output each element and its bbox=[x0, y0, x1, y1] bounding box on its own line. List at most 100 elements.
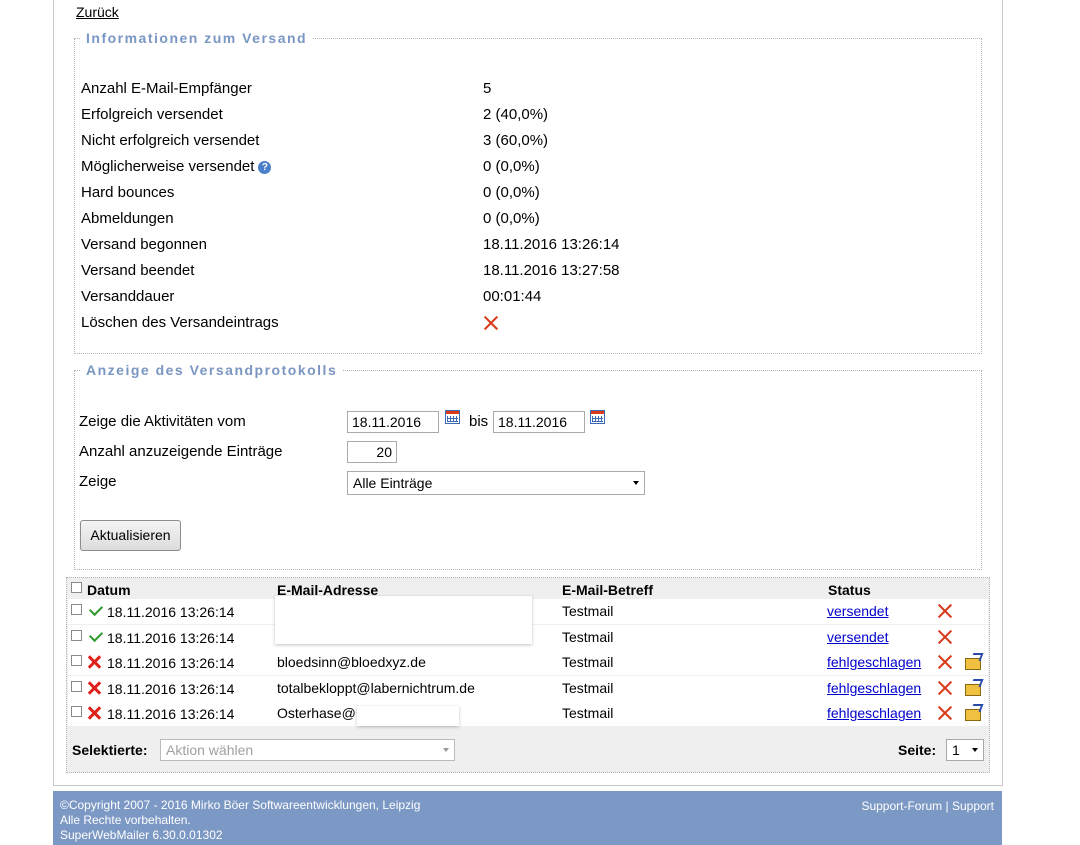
table-row: 18.11.2016 13:26:14 bloedsinn@bloedxyz.de… bbox=[68, 650, 988, 675]
info-value: 5 bbox=[483, 80, 492, 97]
chevron-down-icon bbox=[972, 748, 978, 752]
info-value: 0 (0,0%) bbox=[483, 184, 540, 201]
info-legend: Informationen zum Versand bbox=[86, 30, 308, 46]
help-icon[interactable]: ? bbox=[258, 160, 272, 174]
success-check-icon bbox=[88, 601, 104, 617]
row-status-link[interactable]: versendet bbox=[827, 625, 888, 650]
page-label: Seite: bbox=[898, 742, 937, 758]
info-label: Anzahl E-Mail-Empfänger bbox=[81, 80, 252, 97]
show-filter-value: Alle Einträge bbox=[353, 475, 433, 491]
info-label: Versand begonnen bbox=[81, 236, 207, 253]
action-select[interactable]: Aktion wählen bbox=[160, 739, 455, 761]
main-content: Zurück Informationen zum Versand Anzahl … bbox=[53, 0, 1003, 786]
info-value: 0 (0,0%) bbox=[483, 158, 540, 175]
delete-row-icon[interactable] bbox=[937, 680, 953, 696]
delete-row-icon[interactable] bbox=[937, 603, 953, 619]
row-subject: Testmail bbox=[562, 705, 614, 721]
calendar-from-icon[interactable] bbox=[445, 410, 460, 424]
show-filter-select[interactable]: Alle Einträge bbox=[347, 471, 645, 495]
chevron-down-icon bbox=[633, 481, 639, 485]
selected-label: Selektierte: bbox=[72, 742, 148, 758]
select-all-checkbox[interactable] bbox=[71, 582, 82, 593]
info-value: 00:01:44 bbox=[483, 288, 542, 305]
redacted-email-box bbox=[357, 706, 459, 726]
info-label: Hard bounces bbox=[81, 184, 175, 201]
date-range-label: Zeige die Aktivitäten vom bbox=[79, 413, 246, 430]
row-subject: Testmail bbox=[562, 603, 614, 619]
footer-copyright: ©Copyright 2007 - 2016 Mirko Böer Softwa… bbox=[60, 798, 421, 812]
info-label: Erfolgreich versendet bbox=[81, 106, 223, 123]
row-checkbox[interactable] bbox=[71, 604, 82, 615]
bis-label: bis bbox=[469, 413, 489, 430]
failed-x-icon bbox=[87, 706, 101, 720]
row-email: Osterhase@ bbox=[277, 705, 356, 721]
info-value: 18.11.2016 13:27:58 bbox=[483, 262, 620, 279]
info-label: Versand beendet bbox=[81, 262, 195, 279]
info-label: Löschen des Versandeintrags bbox=[81, 314, 279, 331]
info-label: Nicht erfolgreich versendet bbox=[81, 132, 260, 149]
info-value: 0 (0,0%) bbox=[483, 210, 540, 227]
failed-x-icon bbox=[87, 655, 101, 669]
row-checkbox[interactable] bbox=[71, 706, 82, 717]
log-section: Anzeige des Versandprotokolls bbox=[74, 362, 982, 570]
header-date[interactable]: Datum bbox=[87, 581, 131, 599]
row-subject: Testmail bbox=[562, 679, 614, 696]
failed-x-icon bbox=[87, 681, 101, 695]
chevron-down-icon bbox=[443, 748, 449, 752]
footer-links: Support-Forum | Support bbox=[861, 799, 994, 813]
delete-row-icon[interactable] bbox=[937, 705, 953, 721]
delete-row-icon[interactable] bbox=[937, 629, 953, 645]
footer-rights: Alle Rechte vorbehalten. bbox=[60, 813, 191, 827]
info-value: 18.11.2016 13:26:14 bbox=[483, 236, 620, 253]
row-date: 18.11.2016 13:26:14 bbox=[107, 706, 235, 722]
redacted-email-box bbox=[275, 596, 532, 644]
table-row: 18.11.2016 13:26:14 totalbekloppt@laberni… bbox=[68, 675, 988, 701]
row-status-link[interactable]: fehlgeschlagen bbox=[827, 701, 921, 726]
page-select[interactable]: 1 bbox=[946, 739, 984, 761]
footer-version: SuperWebMailer 6.30.0.01302 bbox=[60, 828, 223, 842]
delete-entry-button[interactable] bbox=[483, 313, 499, 333]
row-date: 18.11.2016 13:26:14 bbox=[107, 629, 235, 646]
support-link[interactable]: Support bbox=[952, 799, 994, 813]
calendar-to-icon[interactable] bbox=[590, 410, 605, 424]
footer: ©Copyright 2007 - 2016 Mirko Böer Softwa… bbox=[53, 791, 1002, 845]
info-value: 2 (40,0%) bbox=[483, 106, 549, 123]
row-date: 18.11.2016 13:26:14 bbox=[107, 604, 235, 620]
row-email: bloedsinn@bloedxyz.de bbox=[277, 654, 426, 670]
row-status-link[interactable]: fehlgeschlagen bbox=[827, 676, 921, 701]
success-check-icon bbox=[88, 627, 104, 642]
page-value: 1 bbox=[952, 742, 960, 758]
entry-count-input[interactable] bbox=[347, 441, 397, 463]
header-subject[interactable]: E-Mail-Betreff bbox=[562, 581, 653, 599]
table-row: 18.11.2016 13:26:14 Osterhase@ Testmail feh… bbox=[68, 701, 988, 726]
info-label: Versanddauer bbox=[81, 288, 175, 305]
support-forum-link[interactable]: Support-Forum bbox=[861, 799, 942, 813]
row-date: 18.11.2016 13:26:14 bbox=[107, 680, 235, 697]
row-status-link[interactable]: versendet bbox=[827, 599, 888, 624]
date-from-input[interactable] bbox=[347, 411, 439, 433]
row-email: totalbekloppt@labernichtrum.de bbox=[277, 679, 475, 696]
row-checkbox[interactable] bbox=[71, 680, 82, 692]
row-checkbox[interactable] bbox=[71, 655, 82, 666]
info-value: 3 (60,0%) bbox=[483, 132, 549, 149]
delete-row-icon[interactable] bbox=[937, 654, 953, 670]
footer-separator: | bbox=[945, 799, 949, 813]
action-placeholder: Aktion wählen bbox=[166, 742, 254, 758]
row-date: 18.11.2016 13:26:14 bbox=[107, 655, 235, 671]
resend-icon[interactable] bbox=[965, 709, 981, 721]
log-legend: Anzeige des Versandprotokolls bbox=[86, 362, 338, 378]
row-subject: Testmail bbox=[562, 654, 614, 670]
resend-icon[interactable] bbox=[965, 658, 981, 670]
date-to-input[interactable] bbox=[493, 411, 585, 433]
row-subject: Testmail bbox=[562, 628, 614, 645]
row-checkbox[interactable] bbox=[71, 629, 82, 641]
entry-count-label: Anzahl anzuzeigende Einträge bbox=[79, 443, 283, 460]
row-status-link[interactable]: fehlgeschlagen bbox=[827, 650, 921, 675]
resend-icon[interactable] bbox=[965, 683, 981, 696]
header-status[interactable]: Status bbox=[828, 581, 871, 599]
info-label: Abmeldungen bbox=[81, 210, 174, 227]
show-label: Zeige bbox=[79, 473, 117, 490]
info-label: Möglicherweise versendet? bbox=[81, 157, 272, 177]
back-link[interactable]: Zurück bbox=[76, 4, 119, 20]
refresh-button[interactable]: Aktualisieren bbox=[80, 520, 181, 551]
